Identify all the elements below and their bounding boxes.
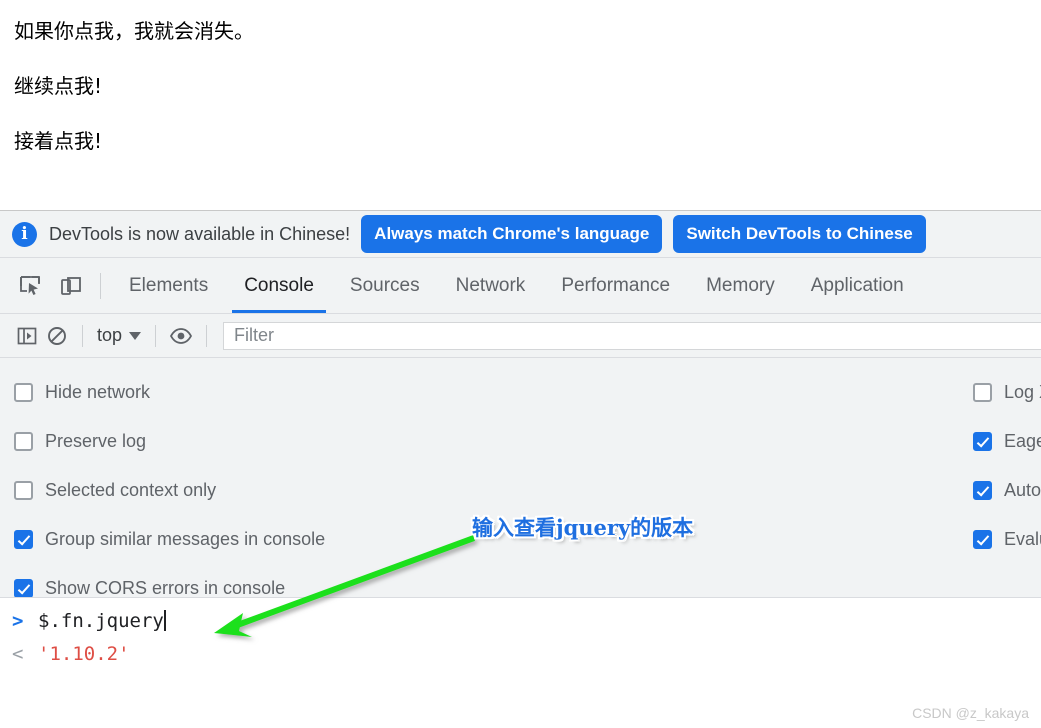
filter-input[interactable] bbox=[223, 321, 1041, 350]
device-toolbar-icon[interactable] bbox=[54, 270, 86, 302]
setting-label-hide-network: Hide network bbox=[45, 382, 151, 402]
console-input-text: $.fn.jquery bbox=[38, 609, 164, 632]
info-circle-icon: i bbox=[12, 221, 37, 247]
tab-sources[interactable]: Sources bbox=[332, 258, 438, 313]
checkbox-group-similar-messages[interactable] bbox=[14, 530, 33, 549]
tab-application[interactable]: Application bbox=[793, 258, 922, 313]
setting-label-show-cors-errors: Show CORS errors in console bbox=[45, 578, 286, 598]
checkbox-eager-evaluation[interactable] bbox=[973, 432, 992, 451]
setting-label-preserve-log: Preserve log bbox=[45, 431, 147, 451]
setting-hide-network[interactable]: Hide network bbox=[14, 368, 325, 417]
console-input-expression[interactable]: $.fn.jquery bbox=[38, 609, 166, 632]
checkbox-autocomplete-from-history[interactable] bbox=[973, 481, 992, 500]
csdn-watermark: CSDN @z_kakaya bbox=[912, 705, 1029, 721]
checkbox-selected-context-only[interactable] bbox=[14, 481, 33, 500]
checkbox-preserve-log[interactable] bbox=[14, 432, 33, 451]
tab-network[interactable]: Network bbox=[438, 258, 544, 313]
checkbox-evaluate-triggers-user-activation[interactable] bbox=[973, 530, 992, 549]
settings-right-column: Log XMLHttpRequests Eager evaluation Aut… bbox=[973, 368, 1041, 564]
tabbar-separator bbox=[100, 272, 101, 299]
text-cursor-icon bbox=[163, 609, 166, 631]
setting-preserve-log[interactable]: Preserve log bbox=[14, 417, 325, 466]
setting-selected-context-only[interactable]: Selected context only bbox=[14, 466, 325, 515]
console-output-area[interactable]: > $.fn.jquery < '1.10.2' bbox=[0, 598, 1041, 728]
setting-log-xmlhttprequests[interactable]: Log XMLHttpRequests bbox=[973, 368, 1041, 417]
chevron-down-icon bbox=[129, 331, 142, 340]
execution-context-label: top bbox=[97, 325, 123, 345]
screenshot-root: 如果你点我，我就会消失。 继续点我! 接着点我! i DevTools is n… bbox=[0, 0, 1041, 728]
setting-show-cors-errors[interactable]: Show CORS errors in console bbox=[14, 564, 325, 598]
setting-label-selected-context-only: Selected context only bbox=[45, 480, 217, 500]
webpage-content: 如果你点我，我就会消失。 继续点我! 接着点我! bbox=[0, 0, 1041, 210]
console-result-line: < '1.10.2' bbox=[0, 637, 1041, 670]
execution-context-selector[interactable]: top bbox=[93, 325, 145, 346]
notification-message: DevTools is now available in Chinese! bbox=[49, 223, 351, 244]
setting-label-eager-evaluation: Eager evaluation bbox=[1004, 431, 1041, 451]
switch-devtools-language-button[interactable]: Switch DevTools to Chinese bbox=[673, 215, 926, 253]
console-result-value: '1.10.2' bbox=[38, 642, 130, 665]
setting-eager-evaluation[interactable]: Eager evaluation bbox=[973, 417, 1041, 466]
setting-autocomplete-from-history[interactable]: Autocomplete from history bbox=[973, 466, 1041, 515]
checkbox-log-xmlhttprequests[interactable] bbox=[973, 383, 992, 402]
setting-label-group-similar-messages: Group similar messages in console bbox=[45, 529, 326, 549]
settings-left-column: Hide network Preserve log Selected conte… bbox=[14, 368, 325, 598]
console-input-prompt-icon: > bbox=[12, 609, 24, 632]
devtools-tab-bar: Elements Console Sources Network Perform… bbox=[0, 258, 1041, 314]
page-paragraph-1[interactable]: 如果你点我，我就会消失。 bbox=[14, 18, 1027, 45]
console-toolbar: top bbox=[0, 314, 1041, 358]
tab-memory[interactable]: Memory bbox=[688, 258, 793, 313]
setting-group-similar-messages[interactable]: Group similar messages in console bbox=[14, 515, 325, 564]
tab-elements[interactable]: Elements bbox=[111, 258, 226, 313]
clear-console-icon[interactable] bbox=[42, 321, 72, 351]
page-paragraph-3[interactable]: 接着点我! bbox=[14, 128, 1027, 155]
console-settings-panel: Hide network Preserve log Selected conte… bbox=[0, 358, 1041, 598]
console-toolbar-separator-3 bbox=[206, 324, 208, 347]
console-output-prompt-icon: < bbox=[12, 642, 24, 665]
console-toolbar-separator-1 bbox=[82, 324, 83, 347]
setting-label-evaluate-triggers-user-activation: Evaluate triggers user activation bbox=[1004, 529, 1041, 549]
always-match-language-button[interactable]: Always match Chrome's language bbox=[361, 215, 663, 253]
tab-performance[interactable]: Performance bbox=[543, 258, 688, 313]
devtools-panel: i DevTools is now available in Chinese! … bbox=[0, 211, 1041, 728]
setting-label-autocomplete-from-history: Autocomplete from history bbox=[1004, 480, 1041, 500]
checkbox-hide-network[interactable] bbox=[14, 383, 33, 402]
console-toolbar-separator-2 bbox=[155, 324, 157, 347]
console-input-line[interactable]: > $.fn.jquery bbox=[0, 604, 1041, 637]
setting-evaluate-triggers-user-activation[interactable]: Evaluate triggers user activation bbox=[973, 515, 1041, 564]
eye-icon[interactable] bbox=[166, 321, 196, 351]
setting-label-log-xmlhttprequests: Log XMLHttpRequests bbox=[1004, 382, 1041, 402]
checkbox-show-cors-errors[interactable] bbox=[14, 579, 33, 597]
tab-console[interactable]: Console bbox=[226, 258, 332, 313]
console-sidebar-icon[interactable] bbox=[12, 321, 42, 351]
page-paragraph-2[interactable]: 继续点我! bbox=[14, 73, 1027, 100]
devtools-language-notification: i DevTools is now available in Chinese! … bbox=[0, 211, 1041, 258]
inspect-element-icon[interactable] bbox=[14, 270, 46, 302]
